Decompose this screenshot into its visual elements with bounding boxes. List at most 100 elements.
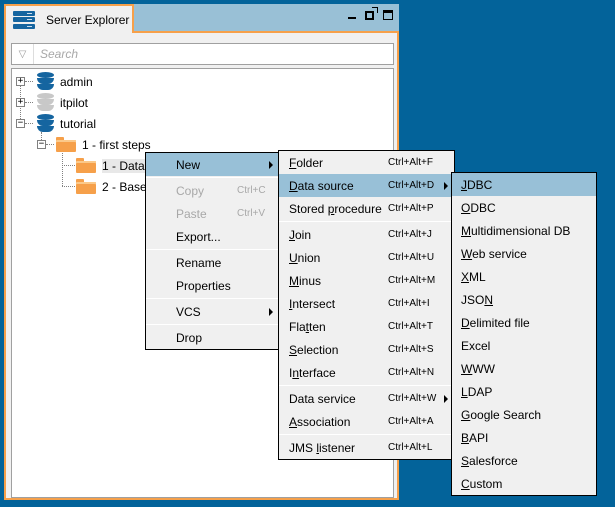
mnemonic: S: [461, 453, 470, 468]
shortcut-label: Ctrl+Alt+D: [388, 180, 435, 191]
menu-item-excel[interactable]: Excel: [452, 334, 596, 357]
label-pre: Fla: [289, 319, 306, 334]
label-post: ten: [309, 319, 326, 334]
folder-icon: [76, 158, 96, 173]
menu-item-json[interactable]: JSON: [452, 288, 596, 311]
label-pre: JSO: [461, 292, 485, 307]
label-post: inus: [299, 273, 322, 288]
menu-item-bapi[interactable]: BAPI: [452, 426, 596, 449]
menu-item-label: JSON: [461, 293, 493, 307]
server-explorer-tab[interactable]: Server Explorer: [4, 4, 134, 33]
mnemonic: O: [461, 200, 471, 215]
expand-toggle[interactable]: +: [16, 98, 25, 107]
menu-item-label: JDBC: [461, 178, 492, 192]
label-post: nion: [297, 250, 321, 265]
menu-item-custom[interactable]: Custom: [452, 472, 596, 495]
menu-item-data-source[interactable]: Data source Ctrl+Alt+D: [279, 174, 454, 197]
menu-item-google-search[interactable]: Google Search: [452, 403, 596, 426]
menu-item-label: Delimited file: [461, 316, 530, 330]
menu-item-selection[interactable]: Selection Ctrl+Alt+S: [279, 338, 454, 361]
mnemonic: W: [461, 361, 473, 376]
label-pre: Data service: [289, 391, 356, 406]
menu-separator: [146, 298, 279, 299]
menu-item-union[interactable]: Union Ctrl+Alt+U: [279, 246, 454, 269]
tree-connector: [62, 165, 75, 166]
menu-separator: [279, 434, 454, 435]
menu-item-join[interactable]: Join Ctrl+Alt+J: [279, 223, 454, 246]
menu-item-multidimensional-db[interactable]: Multidimensional DB: [452, 219, 596, 242]
menu-item-xml[interactable]: XML: [452, 265, 596, 288]
label-post: API: [469, 430, 489, 445]
tree-node-itpilot[interactable]: itpilot: [37, 92, 88, 113]
menu-item-label: Data service: [289, 392, 356, 406]
menu-item-label: Folder: [289, 156, 323, 170]
collapse-toggle[interactable]: −: [16, 119, 25, 128]
maximize-icon[interactable]: [383, 10, 393, 20]
menu-item-ldap[interactable]: LDAP: [452, 380, 596, 403]
tree-connector: [25, 123, 33, 124]
menu-item-minus[interactable]: Minus Ctrl+Alt+M: [279, 269, 454, 292]
menu-item-new[interactable]: New: [146, 153, 279, 176]
menu-item-folder[interactable]: Folder Ctrl+Alt+F: [279, 151, 454, 174]
filter-triangle-icon[interactable]: ▽: [12, 44, 34, 64]
shortcut-label: Ctrl+Alt+U: [388, 252, 435, 263]
shortcut-label: Ctrl+Alt+P: [388, 203, 434, 214]
mnemonic: D: [289, 178, 298, 193]
database-icon: [37, 114, 54, 133]
menu-item-flatten[interactable]: Flatten Ctrl+Alt+T: [279, 315, 454, 338]
mnemonic: A: [289, 414, 298, 429]
menu-item-association[interactable]: Association Ctrl+Alt+A: [279, 410, 454, 433]
menu-item-interface[interactable]: Interface Ctrl+Alt+N: [279, 361, 454, 384]
menu-item-web-service[interactable]: Web service: [452, 242, 596, 265]
collapse-toggle[interactable]: −: [37, 140, 46, 149]
mnemonic: B: [461, 430, 470, 445]
context-menu: New Copy Ctrl+C Paste Ctrl+V Export... Ren…: [145, 152, 280, 350]
menu-item-label: BAPI: [461, 431, 488, 445]
window-controls: [348, 7, 393, 20]
menu-item-label: Google Search: [461, 408, 541, 422]
menu-item-paste[interactable]: Paste Ctrl+V: [146, 202, 279, 225]
tree-node-admin[interactable]: admin: [37, 71, 93, 92]
tree-node-first-steps[interactable]: 1 - first steps: [56, 134, 151, 155]
label-post: DAP: [467, 384, 493, 399]
expand-toggle[interactable]: +: [16, 77, 25, 86]
menu-item-properties[interactable]: Properties: [146, 274, 279, 297]
menu-item-copy[interactable]: Copy Ctrl+C: [146, 179, 279, 202]
mnemonic: U: [289, 250, 298, 265]
menu-item-odbc[interactable]: ODBC: [452, 196, 596, 219]
shortcut-label: Ctrl+Alt+A: [388, 416, 434, 427]
menu-item-jms-listener[interactable]: JMS listener Ctrl+Alt+L: [279, 436, 454, 459]
tree-connector: [62, 153, 63, 186]
menu-item-label: Join: [289, 228, 311, 242]
menu-item-drop[interactable]: Drop: [146, 326, 279, 349]
menu-item-label: Association: [289, 415, 350, 429]
mnemonic: X: [461, 269, 470, 284]
label-post: istener: [319, 440, 356, 455]
menu-item-salesforce[interactable]: Salesforce: [452, 449, 596, 472]
restore-icon[interactable]: [365, 7, 378, 20]
label-post: DBC: [467, 177, 493, 192]
menu-item-label: Selection: [289, 343, 338, 357]
minimize-icon[interactable]: [348, 17, 356, 19]
shortcut-label: Ctrl+Alt+T: [388, 321, 434, 332]
tree-connector: [46, 144, 54, 145]
label-post: elimited file: [469, 315, 530, 330]
tree-node-tutorial[interactable]: tutorial: [37, 113, 96, 134]
menu-item-delimited-file[interactable]: Delimited file: [452, 311, 596, 334]
menu-separator: [279, 221, 454, 222]
menu-item-stored-procedure[interactable]: Stored procedure Ctrl+Alt+P: [279, 197, 454, 220]
menu-item-jdbc[interactable]: JDBC: [452, 173, 596, 196]
menu-item-vcs[interactable]: VCS: [146, 300, 279, 323]
menu-separator: [146, 324, 279, 325]
menu-item-intersect[interactable]: Intersect Ctrl+Alt+I: [279, 292, 454, 315]
menu-item-www[interactable]: WWW: [452, 357, 596, 380]
search-input[interactable]: [34, 47, 374, 61]
label-post: election: [297, 342, 339, 357]
menu-item-export[interactable]: Export...: [146, 225, 279, 248]
label-post: alesforce: [469, 453, 518, 468]
menu-item-rename[interactable]: Rename: [146, 251, 279, 274]
label-pre: Excel: [461, 338, 491, 353]
label-pre: JMS: [289, 440, 317, 455]
menu-item-data-service[interactable]: Data service Ctrl+Alt+W: [279, 387, 454, 410]
label-post: terface: [299, 365, 336, 380]
